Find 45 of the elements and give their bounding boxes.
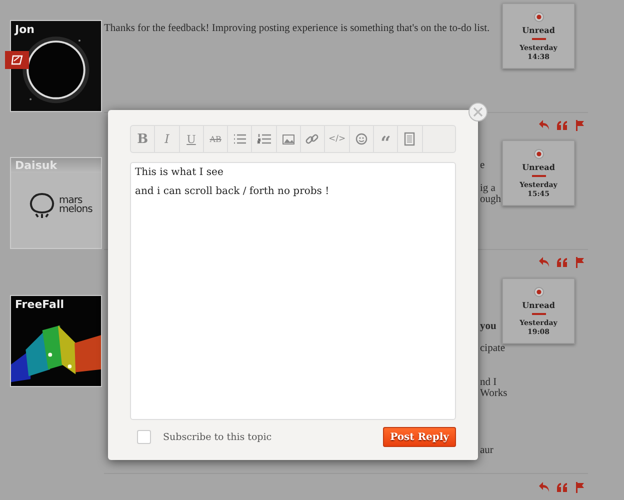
quote-icon[interactable] <box>556 256 568 268</box>
post-text: nd I <box>480 377 497 388</box>
close-icon[interactable] <box>468 102 488 122</box>
unread-dot-icon <box>534 149 544 159</box>
status-label: Unread <box>522 25 555 35</box>
reply-icon[interactable] <box>538 118 550 131</box>
quote-icon[interactable] <box>556 481 568 493</box>
unread-dot-icon <box>534 287 544 297</box>
subscribe-checkbox[interactable] <box>137 430 151 444</box>
flag-icon[interactable] <box>574 256 586 268</box>
author-name: Jon <box>15 23 34 36</box>
logo-text: mars melons <box>59 196 92 214</box>
post-text: Thanks for the feedback! Improving posting experience is something that's on the to-do list. <box>104 23 490 34</box>
quote-button[interactable]: “ <box>374 126 398 152</box>
post-text: e <box>480 160 485 171</box>
post-text: you <box>480 320 496 332</box>
author-name: FreeFall <box>15 298 64 311</box>
unread-dot-icon <box>534 12 544 22</box>
editor-text: This is what I see <box>135 167 224 178</box>
flag-icon[interactable] <box>574 118 586 131</box>
author-name: Daisuk <box>11 158 101 173</box>
status-label: Unread <box>522 162 555 172</box>
underline-button[interactable]: U <box>180 126 204 152</box>
reply-editor[interactable]: This is what I see and i can scroll back / forth no probs ! <box>130 162 456 420</box>
logo-icon <box>27 190 57 220</box>
numbered-list-icon <box>256 132 273 146</box>
code-button[interactable]: </> <box>325 126 350 152</box>
editor-text: and i can scroll back / forth no probs ! <box>135 186 330 197</box>
image-icon <box>280 132 297 146</box>
post-text: cipate <box>480 343 506 354</box>
bold-button[interactable]: B <box>131 126 156 152</box>
flag-icon[interactable] <box>574 481 586 493</box>
subscribe-label: Subscribe to this topic <box>163 432 272 442</box>
post-text: Works <box>480 388 508 400</box>
reply-icon[interactable] <box>538 256 550 268</box>
bullet-list-icon <box>231 132 248 146</box>
post-text: aur <box>480 444 494 456</box>
post-reply-button[interactable]: Post Reply <box>383 427 456 447</box>
post-text: ig a <box>480 182 496 194</box>
italic-button[interactable]: I <box>155 126 180 152</box>
strike-button[interactable]: AB <box>204 126 228 152</box>
reply-icon[interactable] <box>538 481 550 493</box>
post-text: ough <box>480 194 501 205</box>
status-label: Unread <box>522 300 555 310</box>
quote-icon[interactable] <box>556 118 568 131</box>
